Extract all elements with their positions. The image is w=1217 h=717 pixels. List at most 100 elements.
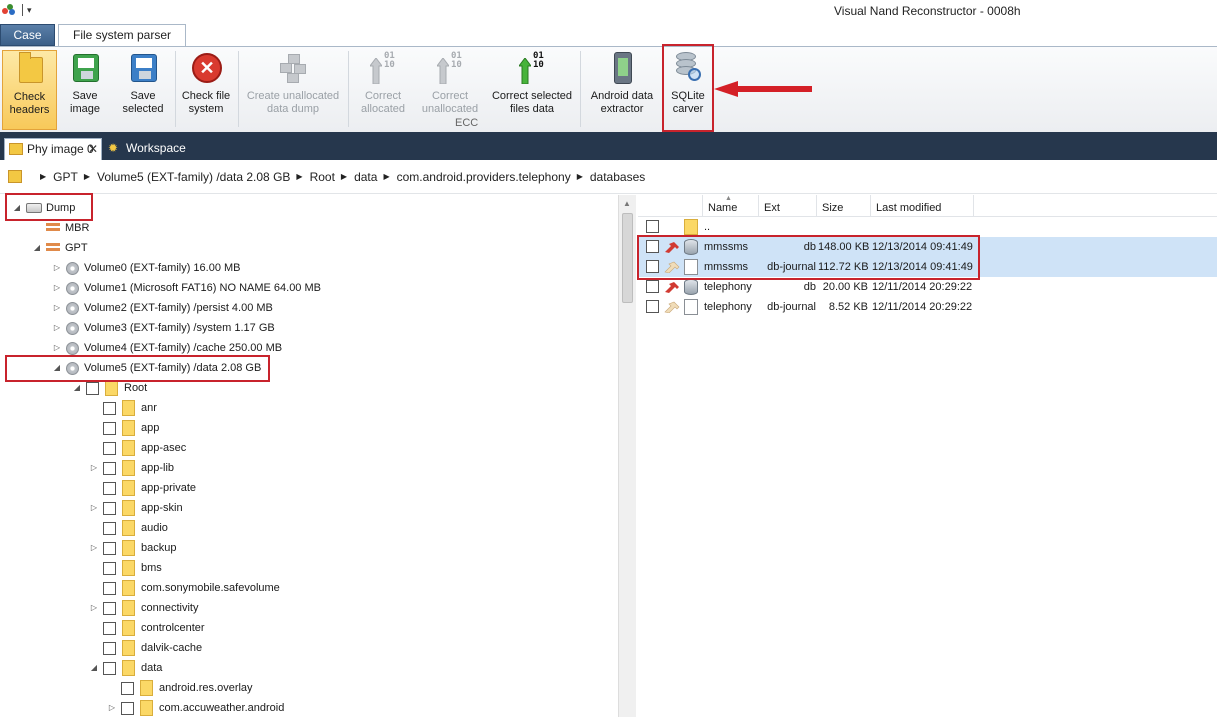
folder-icon [122,480,135,496]
tree-checkbox[interactable] [103,481,116,495]
expand-icon[interactable]: ▷ [89,598,99,618]
column-header-last-modified[interactable]: Last modified [870,195,974,217]
tree-folder[interactable]: ▷ com.accuweather.android [107,698,284,717]
expand-icon[interactable]: ▷ [89,458,99,478]
red-pin-icon [665,282,679,293]
mmssms-files-highlight-box [637,235,980,280]
tree-folder[interactable]: ▷ audio [89,518,168,538]
expand-icon[interactable]: ▷ [107,698,117,717]
tree-checkbox[interactable] [121,701,134,715]
breadcrumb-item[interactable]: GPT [53,170,78,184]
tree-node-volume[interactable]: ▷ Volume3 (EXT-family) /system 1.17 GB [52,318,275,338]
breadcrumb-arrow-icon[interactable]: ▶ [40,172,46,181]
expand-icon[interactable]: ▷ [52,318,62,338]
file-checkbox[interactable] [646,220,659,233]
tree-folder[interactable]: ▷ dalvik-cache [89,638,202,658]
tree-node-volume[interactable]: ▷ Volume1 (Microsoft FAT16) NO NAME 64.0… [52,278,321,298]
breadcrumb-arrow-icon[interactable]: ▶ [84,172,90,181]
create-unallocated-data-dump-button[interactable]: Create unallocated data dump [242,50,344,130]
expand-icon[interactable]: ▷ [52,258,62,278]
expand-icon[interactable]: ▷ [52,278,62,298]
correct-allocated-button[interactable]: 01 10 Correct allocated [352,50,414,130]
tree-folder[interactable]: ▷ anr [89,398,157,418]
breadcrumb-item[interactable]: Root [310,170,335,184]
tree-folder[interactable]: ▷ android.res.overlay [107,678,253,698]
column-header-size[interactable]: Size [816,195,870,217]
tree-folder[interactable]: ▷ controlcenter [89,618,205,638]
file-checkbox[interactable] [646,280,659,293]
tree-node-mbr[interactable]: ▷ MBR [32,218,89,238]
folder-icon [122,440,135,456]
breadcrumb-item[interactable]: com.android.providers.telephony [397,170,571,184]
tree-node-volume[interactable]: ▷ Volume2 (EXT-family) /persist 4.00 MB [52,298,273,318]
tree-checkbox[interactable] [103,541,116,555]
breadcrumb-arrow-icon[interactable]: ▶ [296,172,302,181]
tree-checkbox[interactable] [103,561,116,575]
scroll-thumb[interactable] [622,213,633,303]
close-tab-icon[interactable]: ✕ [88,139,98,160]
volume-disc-icon [66,341,79,355]
breadcrumb-arrow-icon[interactable]: ▶ [577,172,583,181]
tree-folder[interactable]: ▷ backup [89,538,176,558]
tree-folder[interactable]: ▷ app-asec [89,438,186,458]
partition-table-icon [46,242,60,254]
tree-checkbox[interactable] [103,621,116,635]
volume5-highlight-box [5,355,270,382]
tree-checkbox[interactable] [121,681,134,695]
tree-checkbox[interactable] [103,441,116,455]
column-header-ext[interactable]: Ext [758,195,816,217]
expand-icon[interactable]: ▷ [89,498,99,518]
breadcrumb-item[interactable]: data [354,170,377,184]
tree-checkbox[interactable] [103,501,116,515]
tab-file-system-parser[interactable]: File system parser [58,24,186,47]
tree-node-volume[interactable]: ▷ Volume0 (EXT-family) 16.00 MB [52,258,241,278]
tree-folder[interactable]: ▷ app-skin [89,498,183,518]
tree-checkbox[interactable] [103,521,116,535]
tree-folder[interactable]: ▷ bms [89,558,162,578]
tree-checkbox[interactable] [103,461,116,475]
save-selected-button[interactable]: Save selected [114,50,172,130]
tree-folder[interactable]: ▷ connectivity [89,598,198,618]
scroll-up-icon[interactable]: ▲ [623,199,631,208]
tab-phy-image-0[interactable]: Phy image 0 ✕ [4,138,102,160]
tree-folder[interactable]: ▷ app-private [89,478,196,498]
expand-icon[interactable]: ▷ [89,538,99,558]
tree-scrollbar[interactable]: ▲ [618,195,636,717]
tree-folder[interactable]: ▷ com.sonymobile.safevolume [89,578,280,598]
correct-selected-files-data-button[interactable]: 01 10 Correct selected files data [488,50,576,130]
file-row-parent[interactable]: .. [638,217,1217,237]
blue-floppy-disk-icon [126,52,160,86]
tree-checkbox[interactable] [103,661,116,675]
breadcrumb-arrow-icon[interactable]: ▶ [341,172,347,181]
tab-workspace[interactable]: ✹ Workspace [104,138,194,160]
breadcrumb-item[interactable]: databases [590,170,645,184]
breadcrumb-item[interactable]: Volume5 (EXT-family) /data 2.08 GB [97,170,290,184]
tree-checkbox[interactable] [103,641,116,655]
collapse-icon[interactable]: ◢ [32,238,42,258]
android-data-extractor-button[interactable]: Android data extractor [584,50,660,130]
tree-folder-data[interactable]: ◢ data [89,658,162,678]
file-row[interactable]: telephony db-journal 8.52 KB 12/11/2014 … [638,297,1217,317]
breadcrumb-arrow-icon[interactable]: ▶ [383,172,389,181]
tree-node-gpt[interactable]: ◢ GPT [32,238,88,258]
tree-checkbox[interactable] [103,401,116,415]
tree-folder[interactable]: ▷ app-lib [89,458,174,478]
quick-access-dropdown-icon[interactable]: ▾ [27,5,32,16]
file-row[interactable]: telephony db 20.00 KB 12/11/2014 20:29:2… [638,277,1217,297]
save-image-button[interactable]: Save image [62,50,108,130]
expand-icon[interactable]: ▷ [52,298,62,318]
tree-checkbox[interactable] [103,581,116,595]
window-title: Visual Nand Reconstructor - 0008h [834,4,1021,18]
collapse-icon[interactable]: ◢ [89,658,99,678]
file-checkbox[interactable] [646,300,659,313]
tab-case[interactable]: Case [0,24,55,46]
column-header-name[interactable]: ▲ Name [702,195,758,217]
folder-icon [8,170,22,183]
tree-checkbox[interactable] [103,421,116,435]
check-file-system-button[interactable]: ✕ Check file system [178,50,234,130]
check-headers-button[interactable]: Check headers [2,50,57,130]
tree-checkbox[interactable] [86,381,99,395]
tree-checkbox[interactable] [103,601,116,615]
tree-folder[interactable]: ▷ app [89,418,159,438]
folder-icon [684,219,698,235]
